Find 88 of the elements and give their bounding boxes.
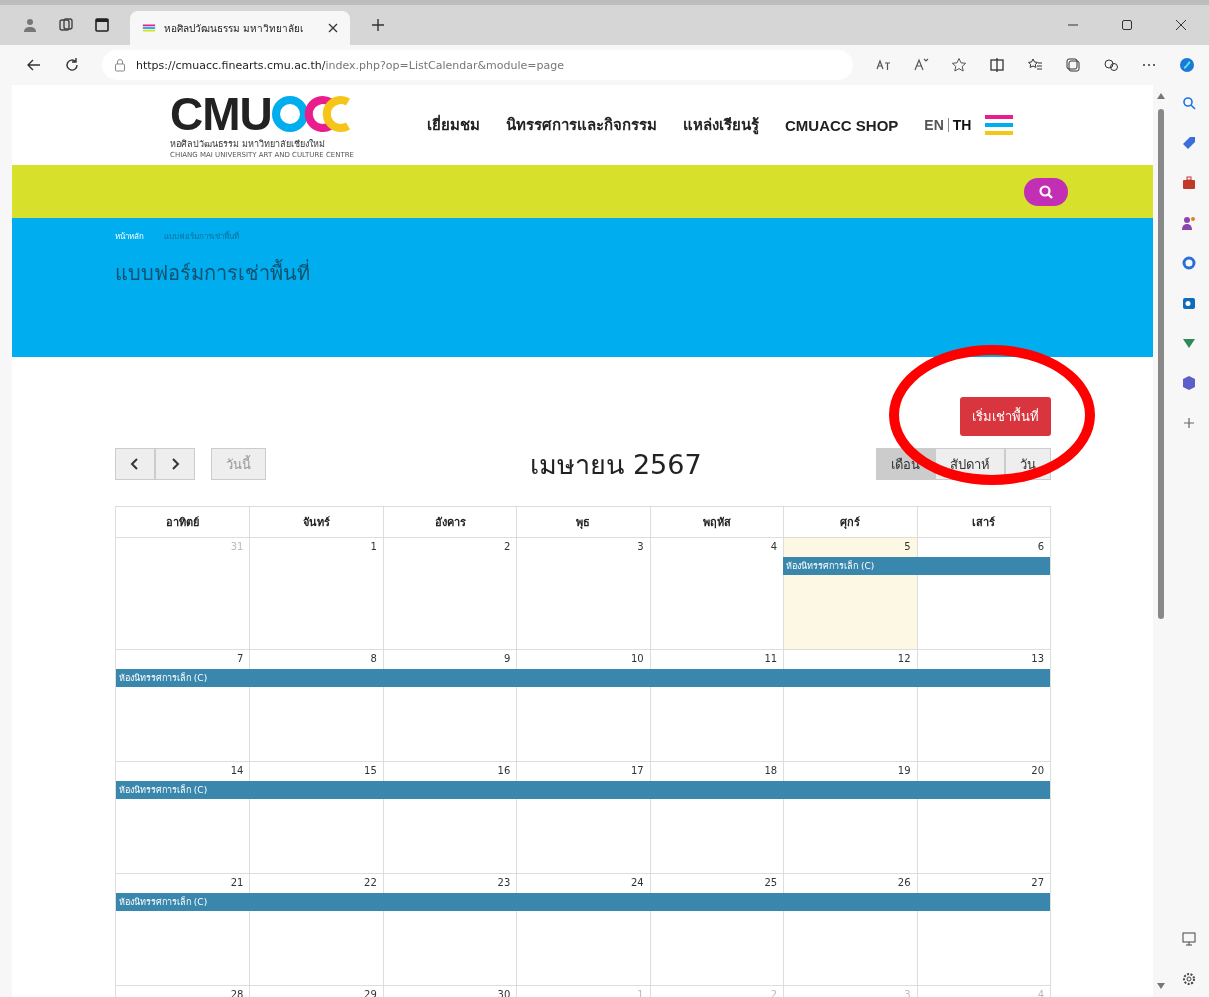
search-button[interactable]	[1024, 177, 1068, 206]
breadcrumb-current: แบบฟอร์มการเช่าพื้นที่	[164, 230, 239, 243]
weekday-header: พุธ	[516, 507, 650, 537]
close-icon[interactable]	[1175, 19, 1187, 31]
day-number[interactable]: 8	[370, 653, 383, 664]
weekday-header: เสาร์	[916, 507, 1050, 537]
screen-icon[interactable]	[1181, 931, 1197, 947]
calendar-title: เมษายน 2567	[530, 447, 702, 482]
day-number[interactable]: 26	[897, 877, 917, 888]
scroll-down-icon[interactable]	[1157, 983, 1165, 989]
close-tab-icon[interactable]	[328, 23, 338, 33]
rent-space-button[interactable]: เริ่มเช่าพื้นที่	[960, 397, 1051, 436]
day-number[interactable]: 11	[764, 653, 784, 664]
cube-icon[interactable]	[1181, 375, 1197, 391]
add-icon[interactable]	[1181, 415, 1197, 431]
next-button[interactable]	[155, 448, 195, 480]
day-number[interactable]: 10	[630, 653, 650, 664]
language-link[interactable]: EN	[924, 117, 944, 133]
star-icon[interactable]	[951, 57, 967, 73]
chevron-left-icon	[130, 458, 140, 470]
day-number[interactable]: 3	[637, 541, 650, 552]
day-number[interactable]: 23	[497, 877, 517, 888]
day-number[interactable]: 20	[1031, 765, 1050, 776]
workspaces-icon[interactable]	[58, 17, 74, 33]
browser-tab[interactable]: หอศิลปวัฒนธรรม มหาวิทยาลัยเ	[130, 11, 350, 45]
day-number[interactable]: 1	[370, 541, 383, 552]
menu-icon[interactable]	[985, 114, 1014, 136]
weekday-header: อังคาร	[382, 507, 517, 537]
search-icon	[1038, 183, 1054, 200]
page-title: แบบฟอร์มการเช่าพื้นที่	[115, 258, 311, 287]
calendar-event[interactable]: ห้องนิทรรศการเล็ก (C)	[783, 557, 917, 575]
day-number[interactable]: 24	[630, 877, 650, 888]
split-screen-icon[interactable]	[989, 57, 1005, 73]
day-number[interactable]: 22	[364, 877, 383, 888]
calendar-event[interactable]: ห้องนิทรรศการเล็ก (C)	[116, 669, 250, 687]
settings-icon[interactable]	[1181, 971, 1197, 987]
nav-link[interactable]: แหล่งเรียนรู้	[683, 113, 759, 137]
read-aloud-icon[interactable]	[913, 57, 929, 73]
extensions-icon[interactable]	[1103, 57, 1119, 73]
day-number[interactable]: 7	[237, 653, 250, 664]
weekday-header: อาทิตย์	[165, 515, 201, 531]
briefcase-icon[interactable]	[1181, 175, 1197, 191]
people-icon[interactable]	[1181, 215, 1197, 231]
maximize-icon[interactable]	[1121, 19, 1133, 31]
day-number[interactable]: 18	[764, 765, 784, 776]
favorites-icon[interactable]	[1027, 57, 1043, 73]
day-number[interactable]: 19	[897, 765, 917, 776]
day-number[interactable]: 13	[1031, 653, 1050, 664]
weekday-header: พฤหัส	[649, 507, 784, 537]
day-number[interactable]: 4	[770, 541, 784, 552]
day-number[interactable]: 5	[904, 541, 917, 552]
scroll-up-icon[interactable]	[1157, 93, 1165, 99]
day-number[interactable]: 25	[764, 877, 784, 888]
circle-icon[interactable]	[1181, 255, 1197, 271]
nav-link[interactable]: นิทรรศการและกิจกรรม	[506, 113, 657, 137]
back-icon[interactable]	[26, 57, 42, 73]
copilot-icon[interactable]	[1179, 57, 1195, 73]
day-number[interactable]: 17	[630, 765, 650, 776]
chevron-right-icon	[170, 458, 180, 470]
scrollbar-thumb[interactable]	[1158, 109, 1164, 619]
day-number[interactable]: 15	[364, 765, 383, 776]
weekday-header: ศุกร์	[783, 507, 917, 537]
nav-link[interactable]: เยี่ยมชม	[427, 113, 480, 137]
language-link[interactable]: TH	[952, 117, 972, 133]
search-icon[interactable]	[1181, 95, 1197, 111]
day-number[interactable]: 12	[897, 653, 917, 664]
translate-icon[interactable]	[875, 57, 891, 73]
collections-icon[interactable]	[1065, 57, 1081, 73]
nav-link[interactable]: CMUACC SHOP	[785, 116, 899, 134]
day-number[interactable]: 9	[503, 653, 517, 664]
refresh-icon[interactable]	[64, 57, 80, 73]
address-field[interactable]: https://cmuacc.finearts.cmu.ac.th/index.php?op=ListCalendar&module=page	[102, 50, 853, 80]
lock-icon	[114, 58, 126, 72]
new-tab-icon[interactable]	[370, 17, 386, 33]
calendar-event[interactable]: ห้องนิทรรศการเล็ก (C)	[116, 781, 250, 799]
tab-actions-icon[interactable]	[94, 17, 110, 33]
day-number[interactable]: 21	[230, 877, 250, 888]
day-number[interactable]: 16	[497, 765, 517, 776]
tag-icon[interactable]	[1181, 135, 1197, 151]
day-number[interactable]: 14	[230, 765, 250, 776]
tab-title: หอศิลปวัฒนธรรม มหาวิทยาลัยเ	[164, 21, 305, 36]
previous-button[interactable]	[115, 448, 155, 480]
day-number[interactable]: 27	[1031, 877, 1050, 888]
day-number[interactable]: 6	[1037, 541, 1050, 552]
day-number[interactable]: 2	[503, 541, 517, 552]
calendar-event[interactable]: ห้องนิทรรศการเล็ก (C)	[116, 893, 250, 911]
weekday-header: จันทร์	[249, 507, 383, 537]
profile-icon[interactable]	[22, 17, 38, 33]
